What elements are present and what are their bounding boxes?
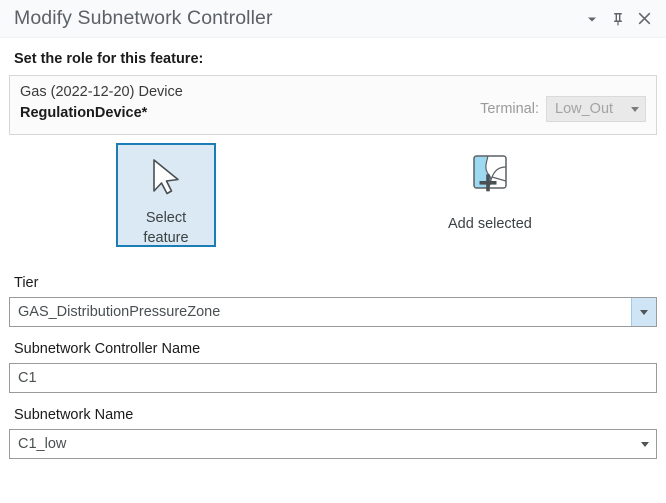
tier-dropdown-toggle[interactable] (631, 298, 656, 326)
add-selected-label: Add selected (448, 216, 532, 232)
subnetwork-name-field-group: Subnetwork Name C1_low (8, 407, 658, 459)
terminal-field: Terminal: Low_Out (480, 96, 646, 122)
chevron-down-icon[interactable] (580, 7, 604, 31)
cursor-arrow-icon (149, 157, 183, 202)
select-feature-label: Selectfeature (143, 208, 188, 248)
page-title: Modify Subnetwork Controller (14, 7, 580, 30)
dialog-content: Set the role for this feature: Gas (2022… (0, 51, 666, 459)
subnetwork-name-value: C1_low (10, 430, 634, 458)
tier-label: Tier (14, 275, 658, 291)
pin-icon[interactable] (606, 7, 630, 31)
tier-field-group: Tier GAS_DistributionPressureZone (8, 275, 658, 327)
terminal-label: Terminal: (480, 101, 539, 117)
feature-info-panel: Gas (2022-12-20) Device RegulationDevice… (9, 75, 657, 135)
dialog-titlebar: Modify Subnetwork Controller (0, 0, 666, 38)
subnetwork-name-label: Subnetwork Name (14, 407, 658, 423)
chevron-down-icon (640, 310, 648, 315)
tier-value: GAS_DistributionPressureZone (10, 298, 631, 326)
controller-name-input[interactable]: C1 (9, 363, 657, 393)
subnetwork-name-dropdown[interactable]: C1_low (9, 429, 657, 459)
titlebar-buttons (580, 7, 656, 31)
controller-name-field-group: Subnetwork Controller Name C1 (8, 341, 658, 393)
chevron-down-icon (631, 107, 639, 112)
controller-name-label: Subnetwork Controller Name (14, 341, 658, 357)
map-add-icon (466, 151, 514, 204)
terminal-value: Low_Out (555, 101, 631, 117)
close-icon[interactable] (632, 7, 656, 31)
tools-row: Selectfeature (8, 135, 658, 261)
tier-dropdown[interactable]: GAS_DistributionPressureZone (9, 297, 657, 327)
select-feature-button[interactable]: Selectfeature (116, 143, 216, 247)
add-selected-button[interactable]: Add selected (448, 143, 532, 232)
chevron-down-icon (641, 442, 649, 447)
subnetwork-name-dropdown-toggle[interactable] (634, 430, 656, 458)
section-heading: Set the role for this feature: (14, 51, 658, 67)
terminal-dropdown[interactable]: Low_Out (546, 96, 646, 122)
